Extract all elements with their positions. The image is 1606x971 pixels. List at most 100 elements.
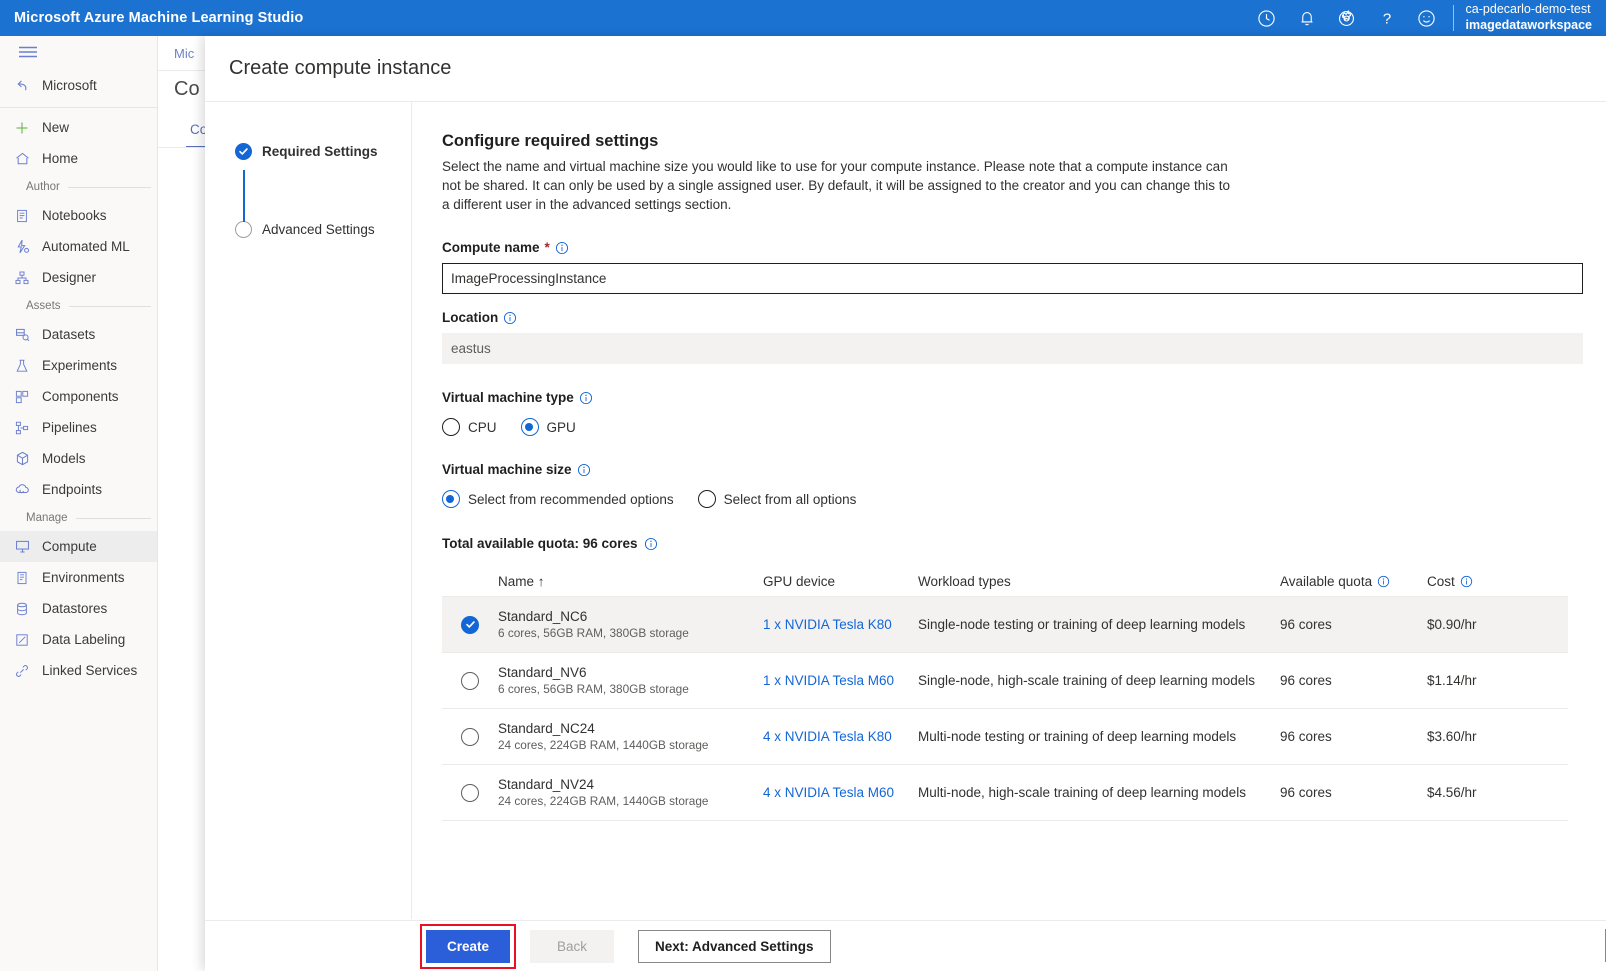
sidebar-item-datastores[interactable]: Datastores bbox=[0, 593, 157, 624]
group-rule bbox=[69, 306, 151, 307]
gpu-device-link[interactable]: 4 x NVIDIA Tesla M60 bbox=[763, 785, 894, 800]
sidebar-item-components[interactable]: Components bbox=[0, 381, 157, 412]
radio-circle-recommended bbox=[442, 490, 460, 508]
sidebar-item-data-labeling[interactable]: Data Labeling bbox=[0, 624, 157, 655]
hamburger-menu-button[interactable] bbox=[0, 36, 157, 70]
left-sidebar: Microsoft New Home Author bbox=[0, 36, 158, 971]
info-icon[interactable] bbox=[1460, 575, 1473, 588]
table-row[interactable]: Standard_NC24 24 cores, 224GB RAM, 1440G… bbox=[442, 709, 1568, 765]
column-label-cost: Cost bbox=[1427, 574, 1455, 589]
info-icon[interactable] bbox=[503, 311, 517, 325]
column-header-workload-types[interactable]: Workload types bbox=[918, 574, 1280, 589]
sidebar-label-endpoints: Endpoints bbox=[42, 482, 102, 497]
radio-circle-gpu bbox=[521, 418, 539, 436]
radio-vm-size-recommended[interactable]: Select from recommended options bbox=[442, 490, 674, 508]
product-brand-title[interactable]: Microsoft Azure Machine Learning Studio bbox=[14, 10, 303, 26]
radio-vm-size-all[interactable]: Select from all options bbox=[698, 490, 857, 508]
radio-circle-all-options bbox=[698, 490, 716, 508]
info-icon[interactable] bbox=[555, 241, 569, 255]
row-gpu-cell: 4 x NVIDIA Tesla K80 bbox=[763, 729, 918, 744]
compute-name-label-row: Compute name * bbox=[442, 240, 1606, 255]
sidebar-item-models[interactable]: Models bbox=[0, 443, 157, 474]
environments-icon bbox=[12, 568, 32, 588]
step-required-settings[interactable]: Required Settings bbox=[205, 140, 411, 162]
automated-ml-icon bbox=[12, 237, 32, 257]
info-icon[interactable] bbox=[1377, 575, 1390, 588]
compute-name-input[interactable] bbox=[442, 263, 1583, 294]
home-icon bbox=[12, 149, 32, 169]
sidebar-item-environments[interactable]: Environments bbox=[0, 562, 157, 593]
sidebar-group-author: Author bbox=[0, 174, 157, 200]
column-header-name[interactable]: Name ↑ bbox=[498, 574, 763, 589]
vm-specs: 6 cores, 56GB RAM, 380GB storage bbox=[498, 682, 763, 698]
gear-icon[interactable] bbox=[1327, 0, 1367, 36]
sidebar-item-pipelines[interactable]: Pipelines bbox=[0, 412, 157, 443]
sidebar-item-compute[interactable]: Compute bbox=[0, 531, 157, 562]
column-header-gpu-device[interactable]: GPU device bbox=[763, 574, 918, 589]
next-advanced-settings-button[interactable]: Next: Advanced Settings bbox=[638, 930, 831, 963]
sidebar-item-experiments[interactable]: Experiments bbox=[0, 350, 157, 381]
column-header-available-quota[interactable]: Available quota bbox=[1280, 574, 1427, 589]
total-quota-label: Total available quota: 96 cores bbox=[442, 536, 638, 551]
table-row[interactable]: Standard_NV6 6 cores, 56GB RAM, 380GB st… bbox=[442, 653, 1568, 709]
topbar-divider bbox=[1453, 5, 1454, 31]
row-select-cell[interactable] bbox=[442, 728, 498, 746]
row-cost-cell: $1.14/hr bbox=[1427, 673, 1547, 688]
radio-vm-type-gpu[interactable]: GPU bbox=[521, 418, 576, 436]
info-icon[interactable] bbox=[577, 463, 591, 477]
sidebar-group-label-assets: Assets bbox=[26, 300, 61, 312]
help-icon[interactable]: ? bbox=[1367, 0, 1407, 36]
location-label-row: Location bbox=[442, 310, 1606, 325]
sidebar-item-linked-services[interactable]: Linked Services bbox=[0, 655, 157, 686]
vm-name: Standard_NV24 bbox=[498, 776, 763, 794]
create-button[interactable]: Create bbox=[426, 930, 510, 963]
sidebar-label-automated-ml: Automated ML bbox=[42, 239, 130, 254]
sidebar-item-microsoft[interactable]: Microsoft bbox=[0, 70, 157, 101]
workspace-selector[interactable]: ca-pdecarlo-demo-test imagedataworkspace bbox=[1466, 2, 1606, 33]
top-navigation-bar: Microsoft Azure Machine Learning Studio bbox=[0, 0, 1606, 36]
sidebar-item-notebooks[interactable]: Notebooks bbox=[0, 200, 157, 231]
radio-vm-type-cpu[interactable]: CPU bbox=[442, 418, 497, 436]
total-quota-row: Total available quota: 96 cores bbox=[442, 536, 1606, 551]
info-icon[interactable] bbox=[579, 391, 593, 405]
models-icon bbox=[12, 449, 32, 469]
row-select-cell[interactable] bbox=[442, 616, 498, 634]
clock-icon[interactable] bbox=[1247, 0, 1287, 36]
sidebar-item-automated-ml[interactable]: Automated ML bbox=[0, 231, 157, 262]
row-select-cell[interactable] bbox=[442, 784, 498, 802]
sidebar-label-environments: Environments bbox=[42, 570, 125, 585]
row-unselected-circle-icon bbox=[461, 672, 479, 690]
create-compute-instance-panel: Create compute instance Required Setting… bbox=[205, 36, 1606, 971]
column-header-cost[interactable]: Cost bbox=[1427, 574, 1547, 589]
back-button[interactable]: Back bbox=[530, 930, 614, 963]
sidebar-group-manage: Manage bbox=[0, 505, 157, 531]
sidebar-label-compute: Compute bbox=[42, 539, 97, 554]
step-advanced-settings[interactable]: Advanced Settings bbox=[205, 218, 411, 240]
row-quota-cell: 96 cores bbox=[1280, 673, 1427, 688]
table-row[interactable]: Standard_NV24 24 cores, 224GB RAM, 1440G… bbox=[442, 765, 1568, 821]
info-icon[interactable] bbox=[644, 537, 658, 551]
feedback-icon[interactable] bbox=[1407, 0, 1447, 36]
row-name-cell: Standard_NV6 6 cores, 56GB RAM, 380GB st… bbox=[498, 664, 763, 698]
sidebar-item-datasets[interactable]: Datasets bbox=[0, 319, 157, 350]
section-description: Select the name and virtual machine size… bbox=[442, 157, 1232, 214]
gpu-device-link[interactable]: 1 x NVIDIA Tesla M60 bbox=[763, 673, 894, 688]
row-name-cell: Standard_NC24 24 cores, 224GB RAM, 1440G… bbox=[498, 720, 763, 754]
sidebar-item-endpoints[interactable]: Endpoints bbox=[0, 474, 157, 505]
breadcrumb[interactable]: Mic bbox=[174, 46, 194, 61]
notebook-icon bbox=[12, 206, 32, 226]
sidebar-item-designer[interactable]: Designer bbox=[0, 262, 157, 293]
bell-icon[interactable] bbox=[1287, 0, 1327, 36]
gpu-device-link[interactable]: 4 x NVIDIA Tesla K80 bbox=[763, 729, 892, 744]
gpu-device-link[interactable]: 1 x NVIDIA Tesla K80 bbox=[763, 617, 892, 632]
row-select-cell[interactable] bbox=[442, 672, 498, 690]
azure-ml-studio-window: Microsoft Azure Machine Learning Studio bbox=[0, 0, 1606, 971]
table-row[interactable]: Standard_NC6 6 cores, 56GB RAM, 380GB st… bbox=[442, 597, 1568, 653]
hamburger-icon bbox=[18, 45, 40, 62]
sidebar-item-new[interactable]: New bbox=[0, 112, 157, 143]
sidebar-item-home[interactable]: Home bbox=[0, 143, 157, 174]
radio-circle-cpu bbox=[442, 418, 460, 436]
sidebar-group-label-author: Author bbox=[26, 181, 60, 193]
row-selected-check-icon bbox=[461, 616, 479, 634]
page-title: Co bbox=[174, 78, 200, 101]
